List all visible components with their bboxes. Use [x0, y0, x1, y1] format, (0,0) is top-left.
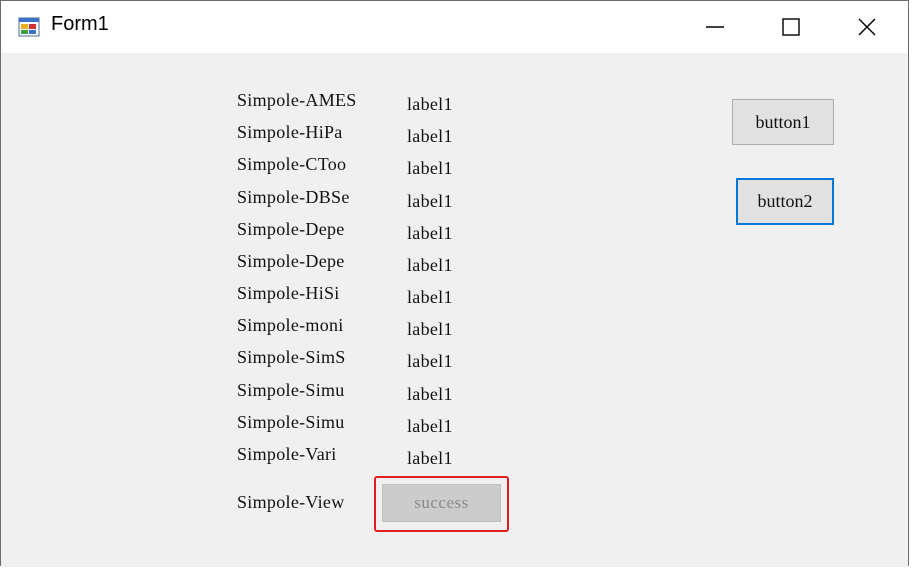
row-name-label: Simpole-Simu — [237, 412, 345, 432]
minimize-button[interactable] — [677, 1, 753, 53]
minimize-icon — [706, 18, 724, 36]
title-bar[interactable]: Form1 — [1, 1, 908, 53]
row-value-label: label1 — [407, 191, 453, 211]
row-name-label: Simpole-Depe — [237, 251, 345, 271]
client-area: Simpole-AMES Simpole-HiPa Simpole-CToo S… — [1, 53, 908, 567]
row-value-label: label1 — [407, 319, 453, 339]
row-name-label: Simpole-View — [237, 492, 345, 512]
row-value-label: label1 — [407, 351, 453, 371]
row-value-label: label1 — [407, 223, 453, 243]
row-value-label: label1 — [407, 126, 453, 146]
close-button[interactable] — [829, 1, 905, 53]
row-name-label: Simpole-Simu — [237, 380, 345, 400]
form1-window: Form1 Simpole-AMES Simpole-HiPa Simpole-… — [0, 0, 909, 567]
row-name-label: Simpole-Vari — [237, 444, 337, 464]
row-value-label: label1 — [407, 255, 453, 275]
close-icon — [858, 18, 876, 36]
row-value-label: label1 — [407, 287, 453, 307]
maximize-icon — [782, 18, 800, 36]
button2[interactable]: button2 — [736, 178, 834, 225]
row-value-label: label1 — [407, 448, 453, 468]
row-name-label: Simpole-AMES — [237, 90, 357, 110]
maximize-button[interactable] — [753, 1, 829, 53]
row-name-label: Simpole-CToo — [237, 154, 347, 174]
row-name-label: Simpole-Depe — [237, 219, 345, 239]
row-name-label: Simpole-SimS — [237, 347, 346, 367]
winforms-app-icon — [18, 16, 40, 38]
row-value-label: label1 — [407, 416, 453, 436]
row-name-label: Simpole-moni — [237, 315, 344, 335]
row-value-label: label1 — [407, 384, 453, 404]
row-value-label: label1 — [407, 158, 453, 178]
row-name-label: Simpole-HiPa — [237, 122, 343, 142]
row-name-label: Simpole-DBSe — [237, 187, 350, 207]
row-value-label: label1 — [407, 94, 453, 114]
success-button[interactable]: success — [382, 484, 501, 522]
row-name-label: Simpole-HiSi — [237, 283, 340, 303]
window-title: Form1 — [51, 13, 109, 35]
button1[interactable]: button1 — [732, 99, 834, 145]
success-highlight-box: success — [374, 476, 509, 532]
